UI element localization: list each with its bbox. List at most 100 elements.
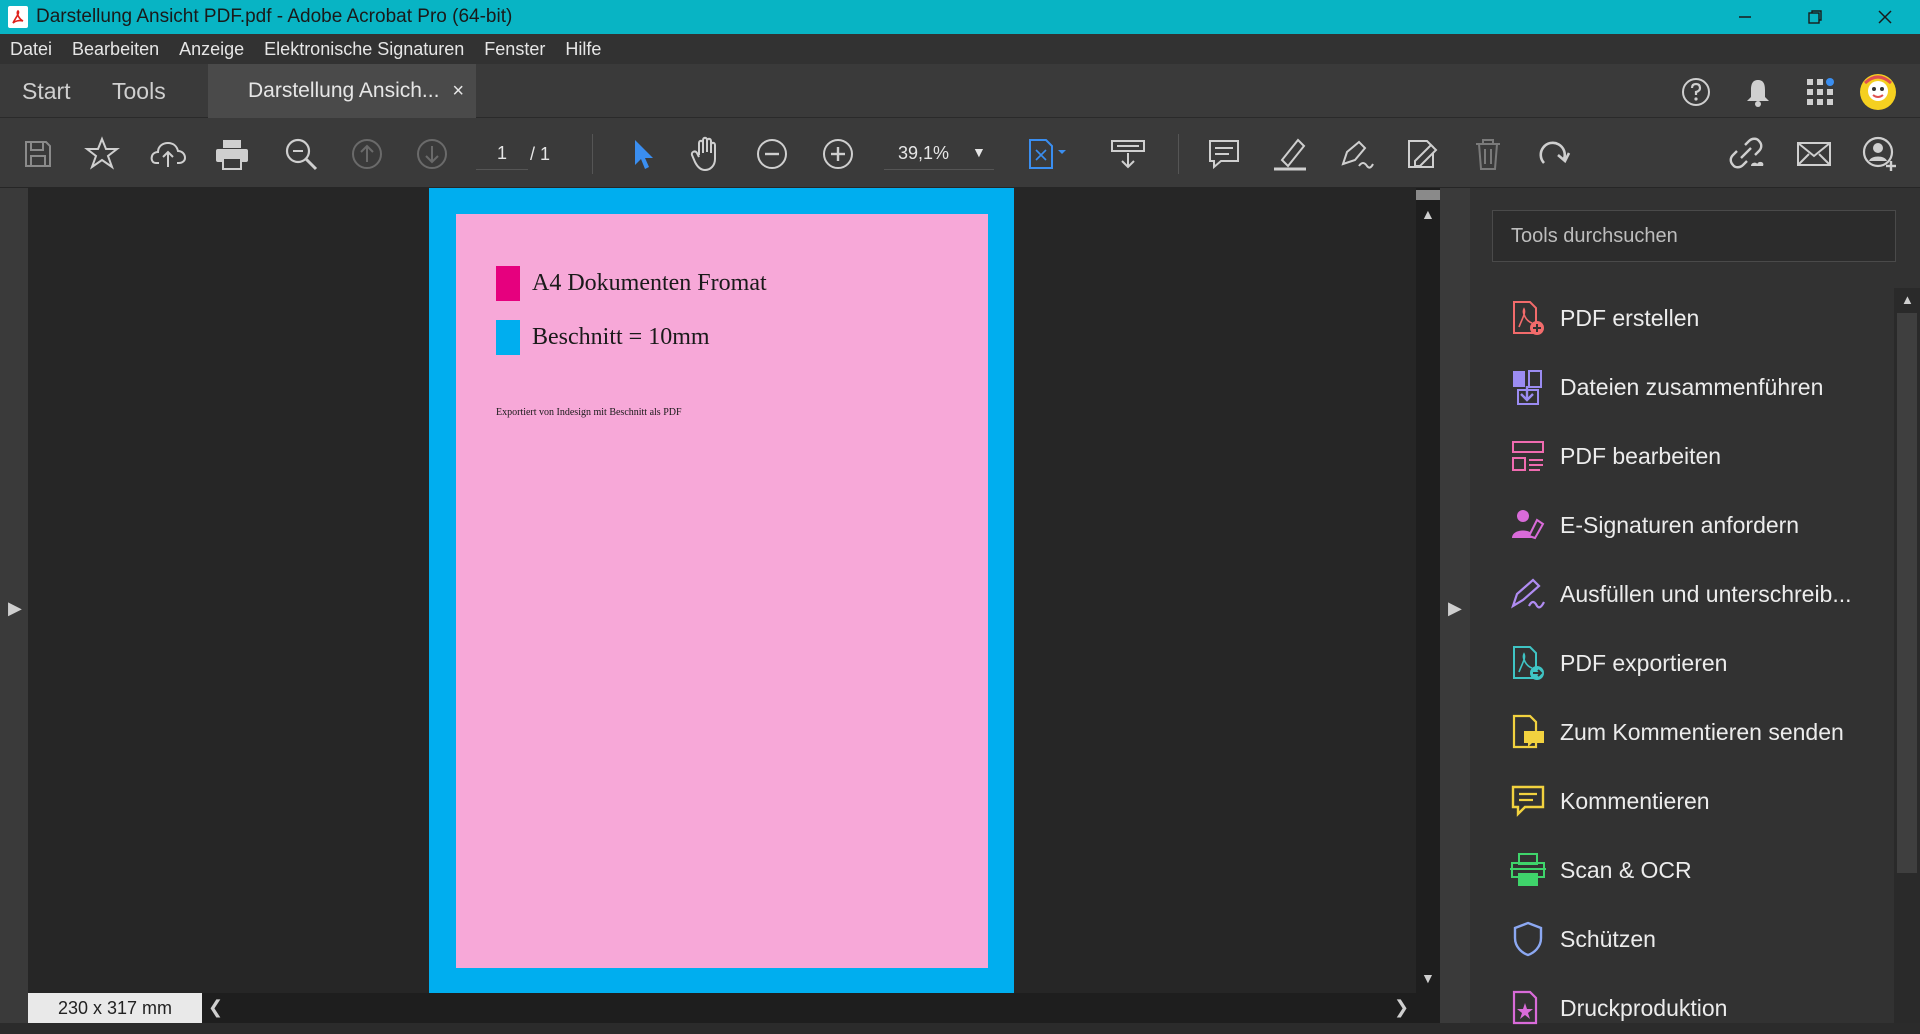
document-vertical-scrollbar[interactable]: ▲ ▼ (1416, 188, 1440, 993)
help-icon[interactable] (1676, 72, 1716, 112)
tab-document[interactable]: Darstellung Ansich... × (208, 64, 476, 118)
window-title: Darstellung Ansicht PDF.pdf - Adobe Acro… (36, 6, 513, 27)
scroll-left-icon[interactable]: ❮ (208, 997, 223, 1018)
tool-combine-files[interactable]: Dateien zusammenführen (1508, 361, 1823, 413)
zoom-in-icon[interactable] (816, 132, 860, 176)
save-icon[interactable] (16, 132, 60, 176)
page-total: / 1 (530, 143, 551, 164)
send-comments-icon (1508, 712, 1548, 752)
tool-label: Dateien zusammenführen (1560, 373, 1824, 400)
tool-fill-sign[interactable]: Ausfüllen und unterschreib... (1508, 568, 1852, 620)
select-cursor-icon[interactable] (620, 132, 664, 176)
tool-request-esignatures[interactable]: E-Signaturen anfordern (1508, 499, 1799, 551)
email-icon[interactable] (1792, 132, 1836, 176)
rotate-icon[interactable] (1532, 132, 1576, 176)
tool-label: Zum Kommentieren senden (1560, 718, 1844, 745)
combine-files-icon (1508, 367, 1548, 407)
apps-grid-icon[interactable] (1800, 72, 1840, 112)
menu-bar: Datei Bearbeiten Anzeige Elektronische S… (0, 34, 1920, 64)
next-page-icon[interactable] (410, 132, 454, 176)
toolbar: 1 / 1 39,1% ▼ (0, 118, 1920, 188)
bookmark-star-icon[interactable] (80, 132, 124, 176)
zoom-out-icon[interactable] (750, 132, 794, 176)
tab-start[interactable]: Start (22, 64, 71, 118)
request-esign-icon (1508, 505, 1548, 545)
status-bar: 230 x 317 mm ❮ ❯ (28, 993, 1440, 1023)
delete-icon[interactable] (1466, 132, 1510, 176)
toolbar-divider (592, 134, 593, 174)
add-person-icon[interactable] (1858, 132, 1902, 176)
page-number-input[interactable]: 1 (476, 138, 528, 170)
scroll-mode-icon[interactable] (1106, 132, 1150, 176)
sign-pen-icon[interactable] (1334, 132, 1378, 176)
tool-comment[interactable]: Kommentieren (1508, 775, 1710, 827)
tool-label: PDF bearbeiten (1560, 442, 1722, 469)
fit-page-icon[interactable] (1026, 132, 1070, 176)
hand-tool-icon[interactable] (685, 132, 729, 176)
close-window-icon[interactable] (1850, 0, 1920, 34)
tool-print-production[interactable]: Druckproduktion (1508, 982, 1727, 1034)
left-nav-panel: ▶ (0, 188, 28, 1023)
print-production-icon (1508, 988, 1548, 1028)
zoom-dropdown-icon[interactable]: ▼ (972, 144, 986, 160)
notifications-icon[interactable] (1738, 72, 1778, 112)
tab-document-label: Darstellung Ansich... (248, 79, 440, 102)
print-icon[interactable] (210, 132, 254, 176)
edit-document-icon[interactable] (1400, 132, 1444, 176)
close-tab-icon[interactable]: × (452, 80, 464, 103)
tool-send-for-comments[interactable]: Zum Kommentieren senden (1508, 706, 1844, 758)
comment-icon[interactable] (1202, 132, 1246, 176)
tools-scroll-up-icon[interactable]: ▲ (1901, 292, 1914, 307)
toolbar-divider (1178, 134, 1179, 174)
menu-bearbeiten[interactable]: Bearbeiten (72, 39, 159, 60)
tools-pane: Tools durchsuchen PDF erstellen Dateien … (1470, 188, 1920, 1025)
tool-label: Druckproduktion (1560, 994, 1728, 1021)
scroll-right-icon[interactable]: ❯ (1394, 997, 1409, 1018)
minimize-icon[interactable] (1710, 0, 1780, 34)
tool-label: PDF exportieren (1560, 649, 1728, 676)
previous-page-icon[interactable] (345, 132, 389, 176)
comment-icon (1508, 781, 1548, 821)
page-size-readout: 230 x 317 mm (28, 993, 202, 1023)
share-link-icon[interactable] (1724, 132, 1768, 176)
scrollbar-thumb[interactable] (1416, 190, 1440, 200)
expand-left-panel-icon[interactable]: ▶ (8, 598, 22, 619)
title-bar: Darstellung Ansicht PDF.pdf - Adobe Acro… (0, 0, 1920, 34)
menu-hilfe[interactable]: Hilfe (565, 39, 601, 60)
scroll-up-icon[interactable]: ▲ (1421, 206, 1435, 222)
edit-pdf-icon (1508, 436, 1548, 476)
tool-label: Ausfüllen und unterschreib... (1560, 580, 1852, 607)
menu-anzeige[interactable]: Anzeige (179, 39, 244, 60)
cloud-upload-icon[interactable] (146, 132, 190, 176)
tools-search-input[interactable]: Tools durchsuchen (1492, 210, 1896, 262)
protect-icon (1508, 919, 1548, 959)
collapse-right-pane-icon[interactable]: ▶ (1448, 598, 1462, 619)
menu-fenster[interactable]: Fenster (484, 39, 545, 60)
user-avatar[interactable] (1858, 72, 1898, 112)
tool-edit-pdf[interactable]: PDF bearbeiten (1508, 430, 1721, 482)
tool-label: E-Signaturen anfordern (1560, 511, 1800, 538)
highlight-icon[interactable] (1268, 132, 1312, 176)
menu-datei[interactable]: Datei (10, 39, 52, 60)
export-pdf-icon (1508, 643, 1548, 683)
tool-label: Kommentieren (1560, 787, 1710, 814)
tool-scan-ocr[interactable]: Scan & OCR (1508, 844, 1692, 896)
page-export-note: Exportiert von Indesign mit Beschnitt al… (496, 407, 682, 418)
search-zoom-icon[interactable] (279, 132, 323, 176)
tool-create-pdf[interactable]: PDF erstellen (1508, 292, 1699, 344)
tool-protect[interactable]: Schützen (1508, 913, 1656, 965)
scroll-down-icon[interactable]: ▼ (1421, 970, 1435, 986)
tab-tools[interactable]: Tools (112, 64, 166, 118)
tools-pane-scrollbar[interactable]: ▲ (1894, 288, 1920, 1023)
tool-label: PDF erstellen (1560, 304, 1700, 331)
tool-label: Scan & OCR (1560, 856, 1692, 883)
create-pdf-icon (1508, 298, 1548, 338)
tab-row: Start Tools Darstellung Ansich... × (0, 64, 1920, 118)
tool-label: Schützen (1560, 925, 1656, 952)
acrobat-app-icon (8, 6, 28, 28)
tools-scrollbar-thumb[interactable] (1897, 313, 1917, 873)
magenta-swatch (496, 266, 520, 301)
menu-elektronische-signaturen[interactable]: Elektronische Signaturen (264, 39, 464, 60)
tool-export-pdf[interactable]: PDF exportieren (1508, 637, 1727, 689)
restore-icon[interactable] (1780, 0, 1850, 34)
